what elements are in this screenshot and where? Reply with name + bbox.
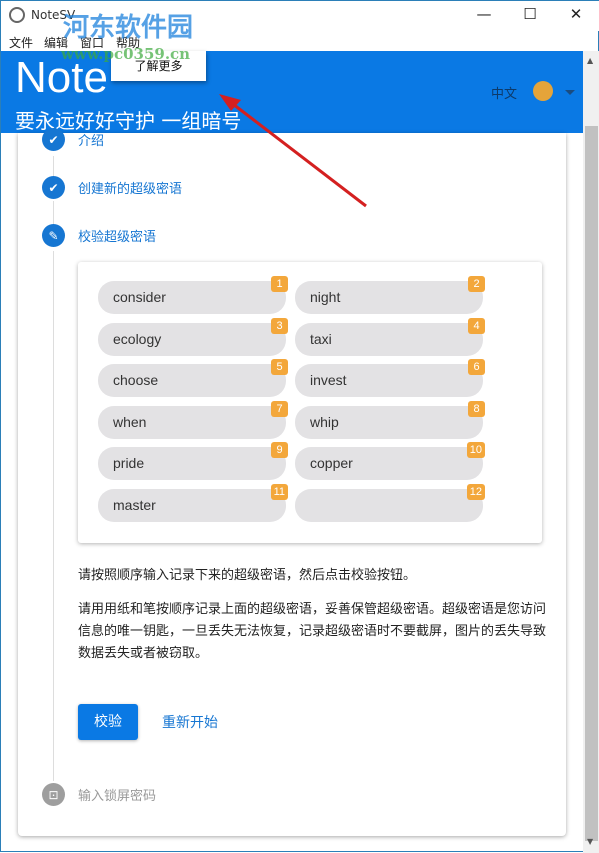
annotation-arrow xyxy=(219,94,367,208)
